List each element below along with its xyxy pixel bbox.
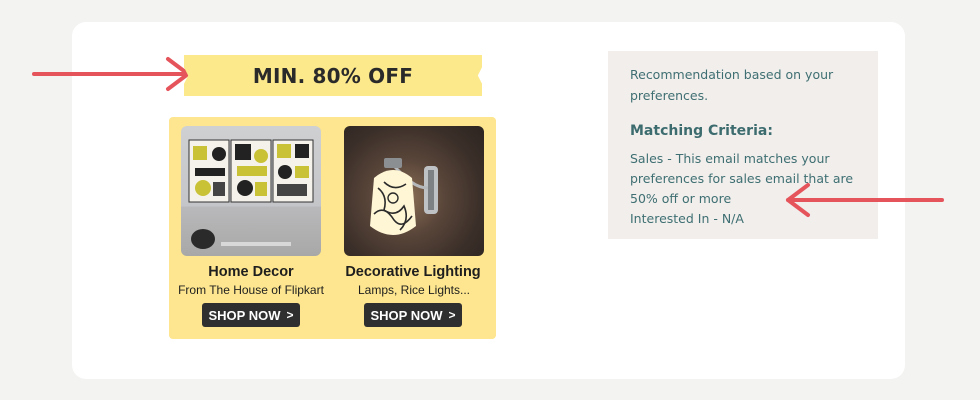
shop-now-button-home-decor[interactable]: SHOP NOW > xyxy=(202,303,300,327)
shop-now-label: SHOP NOW xyxy=(208,307,281,323)
product-title-home-decor[interactable]: Home Decor xyxy=(171,264,331,280)
right-arrow-icon xyxy=(786,183,944,217)
product-subtitle-decorative-lighting: Lamps, Rice Lights... xyxy=(357,283,471,297)
wall-lamp-illustration xyxy=(370,158,438,235)
home-decor-image[interactable] xyxy=(181,126,321,256)
left-arrow-icon xyxy=(32,57,190,91)
promo-panel: Home Decor From The House of Flipkart SH… xyxy=(169,117,496,339)
decorative-lighting-image[interactable] xyxy=(344,126,484,256)
chevron-right-icon: > xyxy=(448,308,456,322)
matching-criteria-heading: Matching Criteria: xyxy=(630,123,773,139)
shop-now-label: SHOP NOW xyxy=(370,307,443,323)
shop-now-button-decorative-lighting[interactable]: SHOP NOW > xyxy=(364,303,462,327)
product-title-decorative-lighting[interactable]: Decorative Lighting xyxy=(333,264,493,280)
discount-banner[interactable]: MIN. 80% OFF xyxy=(184,55,482,96)
discount-banner-text: MIN. 80% OFF xyxy=(252,63,414,88)
product-subtitle-home-decor: From The House of Flipkart xyxy=(178,283,324,297)
wall-art-illustration xyxy=(188,139,314,249)
recommendation-intro: Recommendation based on your preferences… xyxy=(630,67,834,103)
chevron-right-icon: > xyxy=(286,308,294,322)
